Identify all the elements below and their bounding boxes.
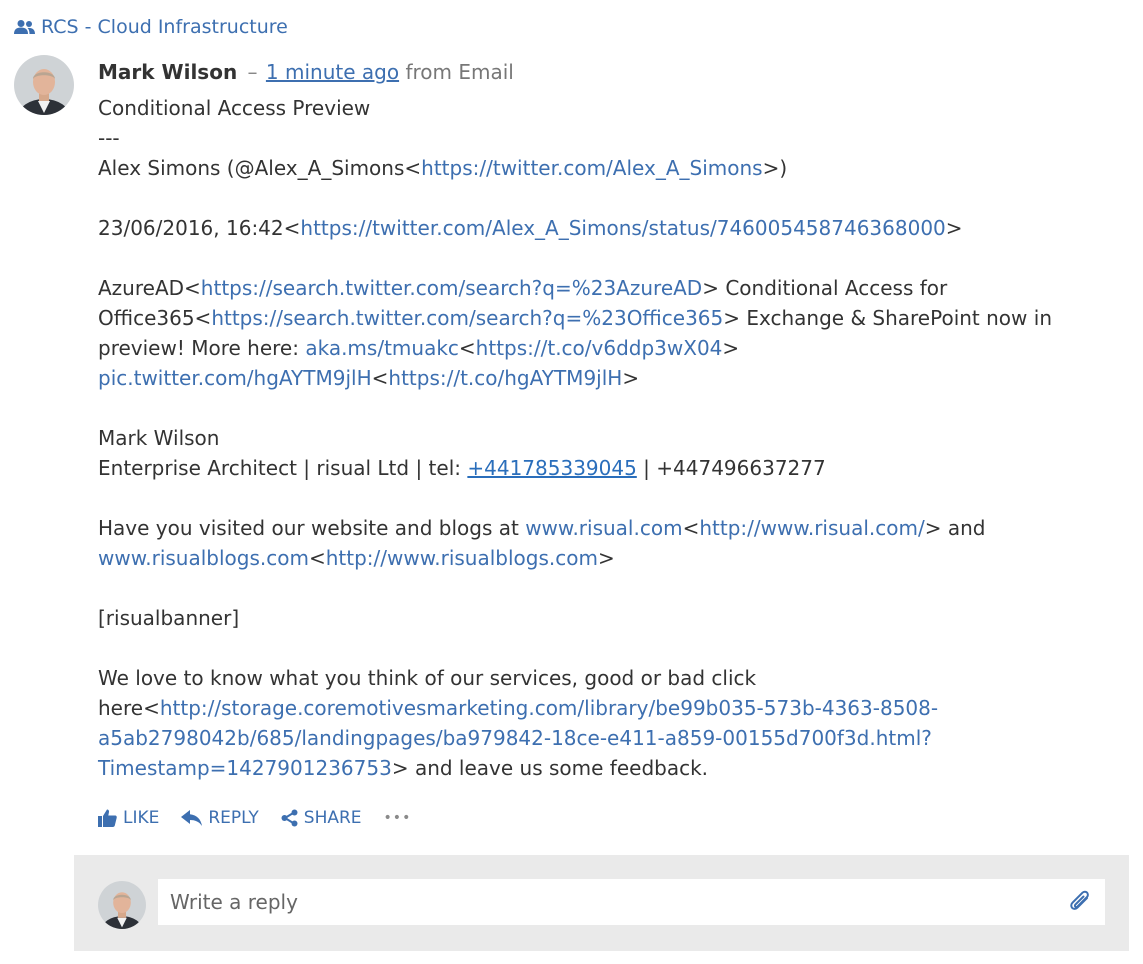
reply-input[interactable] [158, 879, 1105, 925]
author-avatar[interactable] [14, 55, 74, 115]
body-text: AzureAD< [98, 276, 201, 300]
body-line: Conditional Access Preview [98, 93, 1098, 123]
body-line: a5ab2798042b/685/landingpages/ba979842-1… [98, 723, 1098, 753]
share-icon [281, 809, 298, 827]
reply-panel [74, 855, 1129, 951]
body-text: >) [762, 156, 788, 180]
pic-twitter-link[interactable]: pic.twitter.com/hgAYTM9jlH [98, 366, 372, 390]
thumbs-up-icon [98, 809, 117, 827]
signature-title: Enterprise Architect | risual Ltd | tel: [98, 456, 468, 480]
share-button[interactable]: SHARE [281, 808, 362, 828]
separator: – [247, 60, 258, 84]
body-line: preview! More here: aka.ms/tmuakc<https:… [98, 333, 1098, 363]
body-line: [risualbanner] [98, 603, 1098, 633]
body-text: > [622, 366, 640, 390]
user-avatar [98, 881, 146, 929]
phone-link[interactable]: +441785339045 [467, 456, 636, 480]
feedback-link[interactable]: a5ab2798042b/685/landingpages/ba979842-1… [98, 726, 932, 750]
subject-text: Conditional Access Preview [98, 96, 371, 120]
risualblogs-link[interactable]: www.risualblogs.com [98, 546, 309, 570]
body-text: | +447496637277 [636, 456, 826, 480]
message-actions: LIKE REPLY SHARE ••• [98, 808, 433, 828]
body-line: 23/06/2016, 16:42<https://twitter.com/Al… [98, 213, 1098, 243]
body-text: > and [924, 516, 986, 540]
body-text: < [371, 366, 389, 390]
azuread-hashtag-link[interactable]: https://search.twitter.com/search?q=%23A… [201, 276, 702, 300]
body-line: Timestamp=1427901236753> and leave us so… [98, 753, 1098, 783]
body-line: pic.twitter.com/hgAYTM9jlH<https://t.co/… [98, 363, 1098, 393]
risual-url-link[interactable]: http://www.risual.com/ [699, 516, 924, 540]
body-text: < [682, 516, 700, 540]
timestamp-link[interactable]: 1 minute ago [266, 60, 399, 84]
body-text: here< [98, 696, 160, 720]
body-line: --- [98, 123, 1098, 153]
signature-name: Mark Wilson [98, 426, 220, 450]
body-line: We love to know what you think of our se… [98, 663, 1098, 693]
body-line: Alex Simons (@Alex_A_Simons<https://twit… [98, 153, 1098, 183]
body-text: Office365< [98, 306, 212, 330]
attach-button[interactable] [1067, 889, 1093, 919]
message-body: Conditional Access Preview --- Alex Simo… [98, 93, 1098, 783]
group-name[interactable]: RCS - Cloud Infrastructure [41, 16, 288, 38]
body-text: < [308, 546, 326, 570]
message-header: Mark Wilson – 1 minute ago from Email [98, 58, 514, 86]
share-label: SHARE [303, 808, 362, 828]
risualblogs-url-link[interactable]: http://www.risualblogs.com [326, 546, 598, 570]
reply-label: REPLY [208, 808, 259, 828]
message-source: from Email [405, 60, 514, 84]
feedback-link[interactable]: Timestamp=1427901236753 [98, 756, 392, 780]
paperclip-icon [1070, 890, 1089, 910]
twitter-profile-link[interactable]: https://twitter.com/Alex_A_Simons [421, 156, 762, 180]
body-line: Mark Wilson [98, 423, 1098, 453]
tweet-status-link[interactable]: https://twitter.com/Alex_A_Simons/status… [300, 216, 945, 240]
like-button[interactable]: LIKE [98, 808, 159, 828]
body-line: AzureAD<https://search.twitter.com/searc… [98, 273, 1098, 303]
body-text: > [597, 546, 615, 570]
body-text: > Conditional Access for [702, 276, 948, 300]
office365-hashtag-link[interactable]: https://search.twitter.com/search?q=%23O… [211, 306, 723, 330]
risual-link[interactable]: www.risual.com [525, 516, 682, 540]
body-line: Have you visited our website and blogs a… [98, 513, 1098, 543]
body-text: Alex Simons (@Alex_A_Simons< [98, 156, 422, 180]
body-text: < [458, 336, 476, 360]
body-text: 23/06/2016, 16:42< [98, 216, 301, 240]
reply-arrow-icon [181, 810, 203, 826]
divider-text: --- [98, 126, 120, 150]
body-text: preview! More here: [98, 336, 306, 360]
reply-button[interactable]: REPLY [181, 808, 259, 828]
body-line: www.risualblogs.com<http://www.risualblo… [98, 543, 1098, 573]
body-text: > and leave us some feedback. [391, 756, 709, 780]
body-text: We love to know what you think of our se… [98, 666, 757, 690]
akams-link[interactable]: aka.ms/tmuakc [305, 336, 459, 360]
more-options-button[interactable]: ••• [384, 810, 412, 826]
feedback-link[interactable]: http://storage.coremotivesmarketing.com/… [160, 696, 938, 720]
group-header[interactable]: RCS - Cloud Infrastructure [14, 16, 288, 38]
body-text: > [722, 336, 740, 360]
body-text: > Exchange & SharePoint now in [723, 306, 1052, 330]
tco-link[interactable]: https://t.co/v6ddp3wX04 [476, 336, 723, 360]
body-line: Office365<https://search.twitter.com/sea… [98, 303, 1098, 333]
author-name[interactable]: Mark Wilson [98, 60, 237, 84]
body-line: here<http://storage.coremotivesmarketing… [98, 693, 1098, 723]
body-text: Have you visited our website and blogs a… [98, 516, 526, 540]
more-icon: ••• [383, 810, 412, 826]
banner-placeholder: [risualbanner] [98, 606, 240, 630]
body-text: > [945, 216, 963, 240]
people-icon [14, 20, 35, 34]
like-label: LIKE [123, 808, 160, 828]
body-line: Enterprise Architect | risual Ltd | tel:… [98, 453, 1098, 483]
tco-pic-link[interactable]: https://t.co/hgAYTM9jlH [388, 366, 622, 390]
